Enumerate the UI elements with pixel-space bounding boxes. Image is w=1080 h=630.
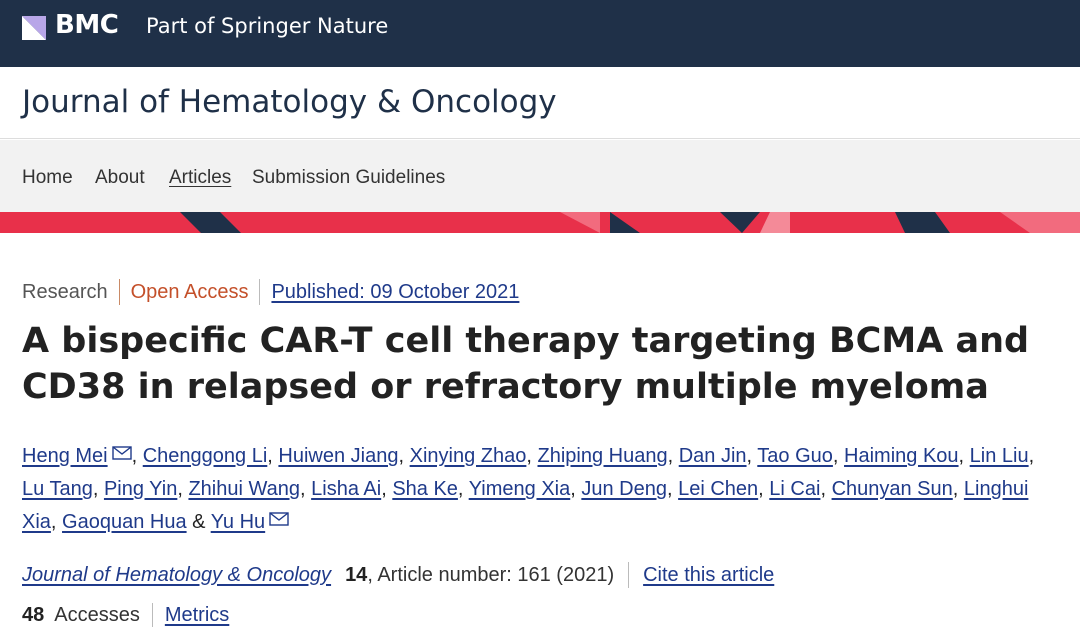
journal-header: Journal of Hematology & Oncology [0,67,1080,139]
author-link[interactable]: Huiwen Jiang [278,445,398,467]
author-link[interactable]: Tao Guo [757,445,833,467]
decorative-banner [0,212,1080,233]
bmc-logo-icon[interactable] [22,16,46,40]
citation-divider [628,562,630,588]
metrics-link[interactable]: Metrics [165,604,229,627]
author-joiner: & [192,511,206,533]
meta-divider [118,279,120,305]
accesses-label: Accesses [54,603,140,626]
article-metrics: 48 Accesses Metrics [22,603,229,627]
volume-number: 14 [345,563,368,586]
author-link[interactable]: Chenggong Li [143,445,268,467]
nav-item-submission-guidelines[interactable]: Submission Guidelines [252,167,445,189]
author-link[interactable]: Sha Ke [392,478,458,500]
bmc-logo-text[interactable]: BMC [55,10,119,40]
envelope-icon[interactable] [269,512,289,526]
article-meta: Research Open Access Published: 09 Octob… [22,279,519,305]
author-link[interactable]: Yu Hu [211,511,265,533]
author-link[interactable]: Lei Chen [678,478,758,500]
author-link[interactable]: Lin Liu [970,445,1029,467]
cite-this-article-link[interactable]: Cite this article [643,564,774,587]
metrics-divider [151,603,153,627]
nav-item-about[interactable]: About [95,167,145,189]
author-link[interactable]: Li Cai [769,478,820,500]
nav-item-home[interactable]: Home [22,167,73,189]
published-date-link[interactable]: Published: 09 October 2021 [271,281,519,304]
author-list: Heng Mei, Chenggong Li, Huiwen Jiang, Xi… [22,445,1035,533]
brand-tagline: Part of Springer Nature [146,14,389,38]
main-nav: Home About Articles Submission Guideline… [0,140,1080,212]
article-number: , Article number: 161 (2021) [367,563,615,586]
meta-divider [259,279,261,305]
author-link[interactable]: Jun Deng [581,478,667,500]
journal-link[interactable]: Journal of Hematology & Oncology [22,564,331,587]
author-link[interactable]: Dan Jin [679,445,747,467]
author-link[interactable]: Zhihui Wang [188,478,300,500]
author-link[interactable]: Gaoquan Hua [62,511,187,533]
journal-title[interactable]: Journal of Hematology & Oncology [22,84,557,120]
article-type: Research [22,280,108,303]
envelope-icon[interactable] [111,446,132,460]
author-link[interactable]: Ping Yin [104,478,177,500]
author-link[interactable]: Lu Tang [22,478,93,500]
author-link[interactable]: Yimeng Xia [469,478,571,500]
author-link[interactable]: Heng Mei [22,445,108,467]
author-link[interactable]: Lisha Ai [311,478,381,500]
author-link[interactable]: Zhiping Huang [538,445,668,467]
author-link[interactable]: Chunyan Sun [832,478,953,500]
citation-line: Journal of Hematology & Oncology 14 , Ar… [22,562,774,588]
open-access-label: Open Access [130,280,249,303]
site-header: BMC Part of Springer Nature [0,0,1080,67]
author-link[interactable]: Xinying Zhao [410,445,527,467]
article-title: A bispecific CAR-T cell therapy targetin… [22,321,1030,407]
nav-item-articles[interactable]: Articles [169,167,231,189]
accesses-count: 48 [22,603,45,626]
author-link[interactable]: Haiming Kou [844,445,959,467]
